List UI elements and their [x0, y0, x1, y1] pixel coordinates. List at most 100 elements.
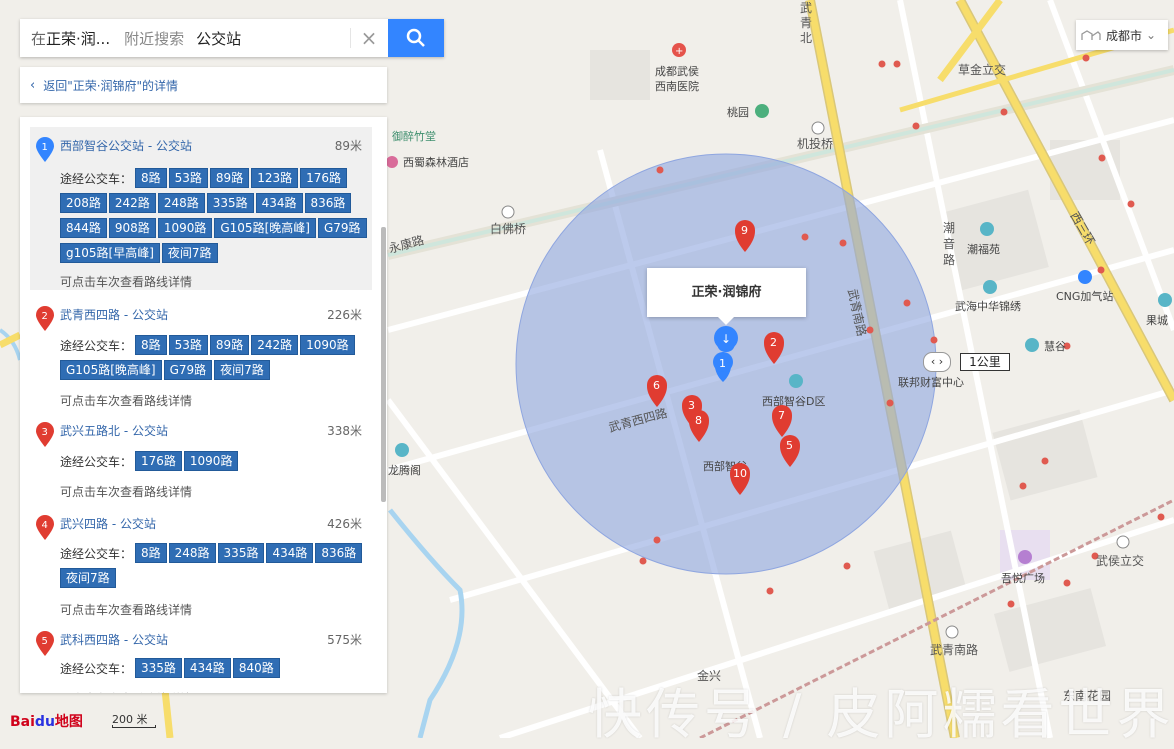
clear-icon[interactable]: ×	[350, 28, 379, 48]
route-badge[interactable]: G105路[晚高峰]	[214, 218, 316, 238]
route-badge[interactable]: 242路	[251, 335, 299, 355]
svg-text:吾悦广场: 吾悦广场	[1001, 571, 1045, 585]
route-badge[interactable]: G79路	[163, 360, 213, 380]
route-badge[interactable]: 1090路	[300, 335, 355, 355]
map-marker-label: 7	[778, 409, 785, 422]
map-marker-label: 9	[741, 224, 748, 237]
route-badge[interactable]: 908路	[108, 218, 156, 238]
result-item[interactable]: 3 武兴五路北 - 公交站 338米 途经公交车： 176路 1090路 可点击车次查看路线…	[30, 412, 372, 502]
nearby-hint: 附近搜索	[124, 29, 185, 48]
route-badge[interactable]: 836路	[315, 543, 363, 563]
route-badge[interactable]: 夜间7路	[161, 243, 218, 263]
route-badge[interactable]: 89路	[209, 168, 250, 188]
result-item[interactable]: 5武科西四路 - 公交站575米途经公交车：335路434路840路可点击车次查…	[30, 621, 372, 693]
search-input[interactable]	[194, 28, 329, 48]
svg-text:白佛桥: 白佛桥	[490, 221, 526, 236]
result-item[interactable]: 2 武青西四路 - 公交站 226米 途经公交车： 8路 53路 89路 242路 1090路G…	[30, 296, 372, 409]
route-badge[interactable]: 176路	[135, 451, 182, 471]
chevron-left-icon: ‹	[30, 77, 36, 93]
route-badge[interactable]: 242路	[108, 193, 156, 213]
route-badge[interactable]: 208路	[60, 193, 107, 213]
search-scope[interactable]: 在正荣·润...	[20, 28, 110, 49]
result-marker-number: 1	[42, 142, 48, 153]
route-badge[interactable]: g105路[早高峰]	[60, 243, 160, 263]
route-badge[interactable]: 夜间7路	[214, 360, 270, 380]
result-marker-icon: 3	[36, 422, 54, 447]
search-icon	[406, 28, 425, 47]
route-badge[interactable]: 434路	[183, 658, 231, 678]
route-badge[interactable]: 248路	[157, 193, 205, 213]
scrollbar[interactable]	[381, 227, 386, 502]
route-badge[interactable]: 53路	[168, 168, 208, 188]
result-item[interactable]: 1 西部智谷公交站 - 公交站 89米 途经公交车： 8路 53路 89路 123路 176路2…	[30, 127, 372, 290]
route-badge[interactable]: 844路	[60, 218, 107, 238]
route-list: 8路 53路 89路 242路 1090路 G105路[晚高峰] G79路 夜间7路	[60, 334, 370, 384]
result-marker-number: 3	[42, 427, 48, 438]
result-title[interactable]: 武青西四路 - 公交站	[60, 306, 168, 323]
route-badge[interactable]: 1090路	[183, 451, 239, 471]
route-badge[interactable]: 夜间7路	[60, 568, 116, 588]
route-badge[interactable]: 434路	[255, 193, 303, 213]
map-marker-label: 2	[770, 336, 777, 349]
result-distance: 338米	[327, 424, 362, 438]
svg-text:潮: 潮	[943, 220, 955, 235]
result-title[interactable]: 武科西四路 - 公交站	[60, 631, 168, 648]
svg-text:1: 1	[719, 357, 726, 370]
route-badge[interactable]: 123路	[251, 168, 299, 188]
route-badge[interactable]: 335路	[206, 193, 254, 213]
back-link[interactable]: ‹ 返回"正荣·润锦府"的详情	[20, 67, 387, 103]
svg-text:北: 北	[800, 31, 812, 45]
search-button[interactable]	[388, 19, 444, 57]
svg-text:龙腾阁: 龙腾阁	[388, 463, 421, 477]
svg-text:武青南路: 武青南路	[930, 642, 978, 657]
route-badge[interactable]: 8路	[135, 168, 167, 188]
route-detail-hint: 可点击车次查看路线详情	[60, 603, 193, 617]
route-badge[interactable]: 89路	[209, 335, 250, 355]
route-detail-hint: 可点击车次查看路线详情	[60, 485, 193, 499]
distance-toggle-icon[interactable]: ‹ ›	[923, 352, 951, 372]
watermark: 快传号 / 皮阿糯看世界	[588, 683, 1174, 746]
map-marker-label: 5	[786, 439, 793, 452]
svg-text:御醉竹堂: 御醉竹堂	[392, 129, 436, 143]
search-bar: 在正荣·润... 附近搜索 ×	[20, 19, 444, 57]
result-marker-icon: 4	[36, 515, 54, 540]
route-badge[interactable]: G105路[晚高峰]	[60, 360, 162, 380]
baidu-logo: Baidu地图	[10, 714, 83, 730]
result-title[interactable]: 西部智谷公交站 - 公交站	[60, 137, 192, 154]
result-title[interactable]: 武兴五路北 - 公交站	[60, 422, 168, 439]
result-distance: 575米	[327, 633, 362, 647]
route-badge[interactable]: 176路	[300, 168, 348, 188]
route-badge[interactable]: 335路	[217, 543, 265, 563]
route-badge[interactable]: 1090路	[157, 218, 213, 238]
svg-text:路: 路	[943, 252, 955, 267]
results-panel: 1 西部智谷公交站 - 公交站 89米 途经公交车： 8路 53路 89路 123路 176路2…	[20, 117, 387, 693]
svg-text:武: 武	[800, 1, 812, 15]
search-scope-name: 正荣·润...	[46, 29, 111, 48]
svg-text:+: +	[675, 46, 683, 57]
city-icon	[1081, 30, 1101, 40]
route-badge[interactable]: 248路	[168, 543, 216, 563]
svg-text:联邦财富中心: 联邦财富中心	[898, 375, 964, 389]
route-badge[interactable]: 836路	[304, 193, 352, 213]
route-detail-hint: 可点击车次查看路线详情	[60, 394, 193, 408]
route-list: 335路 434路 840路	[60, 657, 370, 682]
route-list: 8路 53路 89路 123路 176路 208路 242路 248路 335路 434路 836路…	[60, 167, 370, 267]
result-marker-number: 2	[42, 311, 48, 322]
svg-text:音: 音	[943, 236, 955, 251]
route-badge[interactable]: 335路	[135, 658, 182, 678]
city-selector[interactable]: 成都市 ⌄	[1076, 20, 1168, 50]
route-badge[interactable]: G79路	[317, 218, 367, 238]
route-badge[interactable]: 840路	[232, 658, 280, 678]
route-badge[interactable]: 53路	[168, 335, 208, 355]
route-badge[interactable]: 8路	[135, 543, 167, 563]
svg-text:西南医院: 西南医院	[655, 79, 699, 93]
svg-text:武海中华锦绣: 武海中华锦绣	[955, 299, 1021, 313]
route-badge[interactable]: 434路	[266, 543, 314, 563]
result-item[interactable]: 4 武兴四路 - 公交站 426米 途经公交车： 8路 248路 335路 434路 836路夜…	[30, 505, 372, 617]
result-title[interactable]: 武兴四路 - 公交站	[60, 515, 156, 532]
scale-bar: 200 米	[112, 711, 156, 728]
city-label: 成都市	[1106, 28, 1143, 43]
result-marker-icon: 1	[36, 137, 54, 162]
back-link-label: 返回"正荣·润锦府"的详情	[43, 78, 179, 93]
route-badge[interactable]: 8路	[135, 335, 167, 355]
